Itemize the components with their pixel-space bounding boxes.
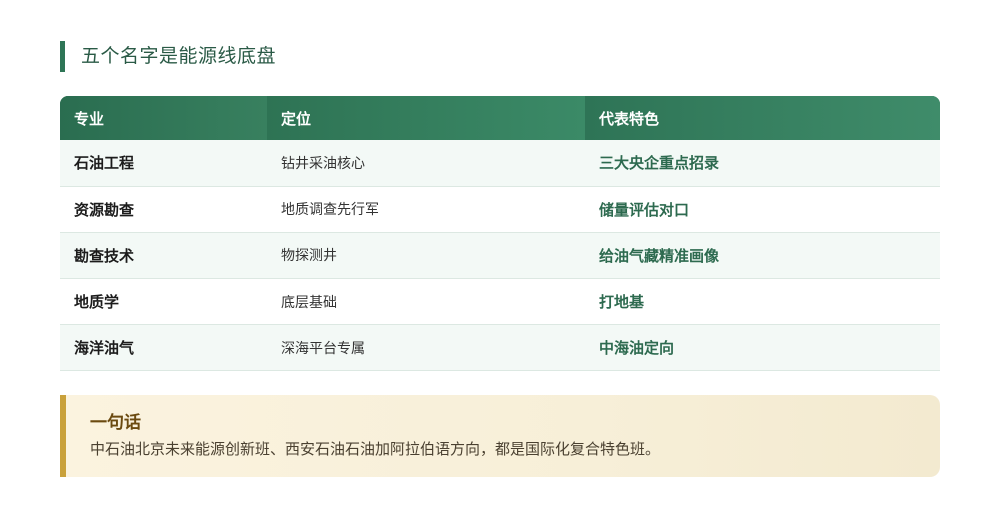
cell-major: 勘查技术 — [60, 232, 267, 280]
cell-feature: 三大央企重点招录 — [585, 140, 940, 187]
cell-position: 底层基础 — [267, 278, 585, 326]
cell-feature: 中海油定向 — [585, 324, 940, 372]
cell-position: 地质调查先行军 — [267, 186, 585, 233]
cell-feature: 给油气藏精准画像 — [585, 232, 940, 280]
cell-major: 海洋油气 — [60, 324, 267, 372]
cell-major: 石油工程 — [60, 140, 267, 187]
header-major: 专业 — [60, 96, 267, 140]
section-title: 五个名字是能源线底盘 — [60, 41, 276, 72]
table-row: 海洋油气 深海平台专属 中海油定向 — [60, 324, 940, 372]
header-position: 定位 — [267, 96, 585, 140]
header-feature: 代表特色 — [585, 96, 940, 140]
table-row: 地质学 底层基础 打地基 — [60, 278, 940, 326]
cell-position: 钻井采油核心 — [267, 140, 585, 187]
table-row: 石油工程 钻井采油核心 三大央企重点招录 — [60, 140, 940, 187]
cell-feature: 打地基 — [585, 278, 940, 326]
callout-title: 一句话 — [90, 413, 141, 433]
cell-position: 物探测井 — [267, 232, 585, 280]
summary-callout: 一句话 中石油北京未来能源创新班、西安石油石油加阿拉伯语方向，都是国际化复合特色… — [60, 395, 940, 477]
cell-major: 地质学 — [60, 278, 267, 326]
table-row: 资源勘查 地质调查先行军 储量评估对口 — [60, 186, 940, 233]
table-header-row: 专业 定位 代表特色 — [60, 96, 940, 140]
callout-text: 中石油北京未来能源创新班、西安石油石油加阿拉伯语方向，都是国际化复合特色班。 — [90, 440, 661, 458]
cell-position: 深海平台专属 — [267, 324, 585, 372]
table-row: 勘查技术 物探测井 给油气藏精准画像 — [60, 232, 940, 280]
cell-feature: 储量评估对口 — [585, 186, 940, 233]
page: 五个名字是能源线底盘 专业 定位 代表特色 石油工程 钻井采油核心 三大央企重点… — [0, 0, 1000, 518]
cell-major: 资源勘查 — [60, 186, 267, 233]
majors-table: 专业 定位 代表特色 石油工程 钻井采油核心 三大央企重点招录 资源勘查 地质调… — [60, 96, 940, 372]
